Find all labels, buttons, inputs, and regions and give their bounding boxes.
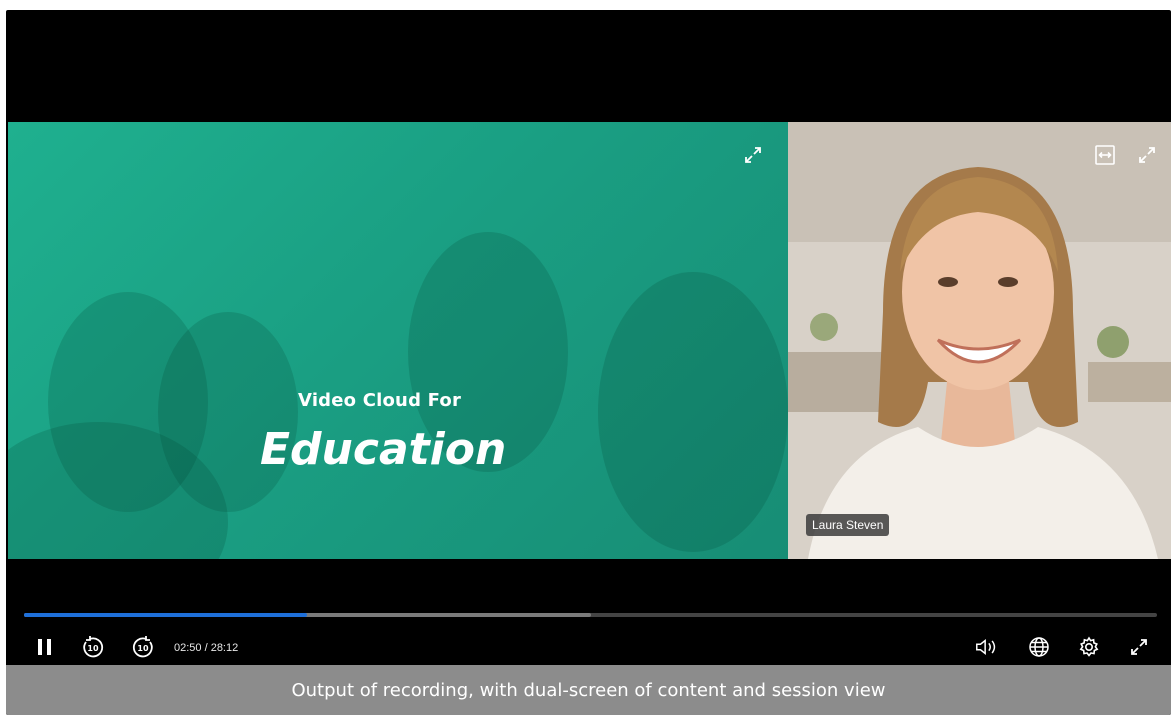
presenter-name-tag: Laura Steven xyxy=(806,514,890,536)
swap-layout-icon[interactable] xyxy=(1094,144,1116,166)
language-button[interactable] xyxy=(1026,634,1052,660)
background-figure xyxy=(598,272,788,552)
fullscreen-button[interactable] xyxy=(1126,634,1152,660)
control-bar: 10 10 02:50 / 28:12 xyxy=(6,630,1171,664)
progress-bar[interactable] xyxy=(24,613,1157,617)
volume-icon xyxy=(976,638,996,656)
settings-button[interactable] xyxy=(1076,634,1102,660)
expand-content-icon[interactable] xyxy=(742,144,764,166)
pause-button[interactable] xyxy=(32,634,58,660)
forward-10-icon: 10 xyxy=(132,636,153,658)
rewind-10-button[interactable]: 10 xyxy=(80,634,106,660)
progress-played xyxy=(24,613,308,617)
volume-button[interactable] xyxy=(974,634,1000,660)
globe-icon xyxy=(1029,637,1049,657)
slide-title: Education xyxy=(260,424,507,475)
time-display: 02:50 / 28:12 xyxy=(174,642,239,654)
slide-subtitle: Video Cloud For xyxy=(298,390,462,411)
content-pane[interactable]: Video Cloud For Education xyxy=(8,122,788,559)
fullscreen-icon xyxy=(1131,639,1147,655)
svg-text:10: 10 xyxy=(87,644,99,653)
forward-10-button[interactable]: 10 xyxy=(130,634,156,660)
session-pane[interactable]: Laura Steven xyxy=(788,122,1171,559)
rewind-10-icon: 10 xyxy=(83,636,104,658)
video-player: Video Cloud For Education Laura Steven 1… xyxy=(6,10,1171,715)
gear-icon xyxy=(1079,636,1099,657)
pause-icon xyxy=(38,639,51,655)
figure-caption: Output of recording, with dual-screen of… xyxy=(6,665,1171,715)
presenter-video xyxy=(788,122,1171,559)
svg-text:10: 10 xyxy=(137,644,149,653)
expand-session-icon[interactable] xyxy=(1136,144,1158,166)
